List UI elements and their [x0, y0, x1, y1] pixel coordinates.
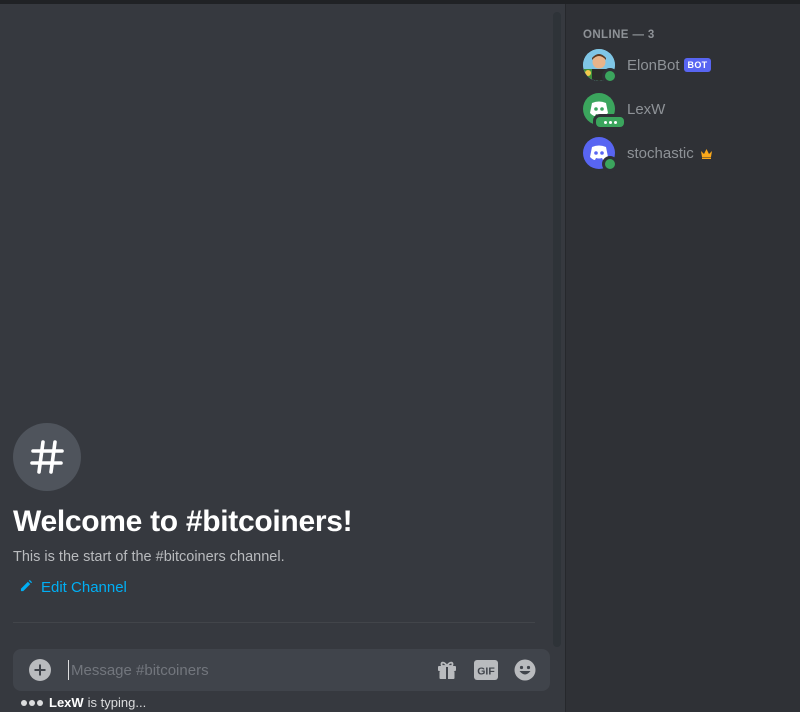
bot-badge: BOT [683, 58, 712, 72]
member-name: ElonBot [627, 56, 680, 74]
avatar [583, 137, 618, 172]
message-input-wrap [68, 660, 420, 680]
divider [13, 622, 535, 623]
member-name: LexW [627, 100, 666, 118]
welcome-subtitle: This is the start of the #bitcoiners cha… [13, 549, 285, 565]
avatar [583, 93, 627, 130]
chat-scrollbar[interactable] [553, 12, 561, 647]
typing-user: LexW [49, 695, 84, 710]
edit-channel-label: Edit Channel [41, 579, 127, 596]
typing-status-icon [593, 114, 627, 130]
gif-icon[interactable]: GIF [474, 660, 498, 680]
typing-dots-icon [21, 699, 43, 706]
welcome-title: Welcome to #bitcoiners! [13, 505, 353, 538]
plus-circle-icon[interactable] [29, 659, 51, 681]
channel-welcome: Welcome to #bitcoiners! This is the star… [13, 423, 543, 596]
member-list: ONLINE — 3 ElonBot BOT LexW stochastic [565, 4, 800, 712]
online-status-icon [602, 156, 618, 172]
typing-text: is typing... [87, 695, 147, 710]
svg-text:GIF: GIF [477, 666, 495, 678]
member-lexw[interactable]: LexW [583, 92, 666, 130]
avatar [583, 49, 618, 84]
member-name: stochastic [627, 144, 694, 162]
message-input[interactable] [71, 661, 411, 679]
typing-indicator: LexW is typing... [21, 695, 146, 710]
member-stochastic[interactable]: stochastic [583, 136, 713, 172]
member-elonbot[interactable]: ElonBot BOT [583, 48, 712, 84]
crown-icon [700, 148, 713, 159]
edit-channel-button[interactable]: Edit Channel [20, 579, 543, 596]
online-status-icon [602, 68, 618, 84]
text-caret [68, 660, 69, 680]
pencil-icon [20, 579, 33, 596]
chat-area [0, 4, 565, 712]
gift-icon[interactable] [436, 659, 458, 681]
hash-icon [13, 423, 81, 491]
message-composer: GIF [13, 649, 550, 691]
emoji-icon[interactable] [514, 659, 536, 681]
member-section-header: ONLINE — 3 [583, 29, 655, 41]
